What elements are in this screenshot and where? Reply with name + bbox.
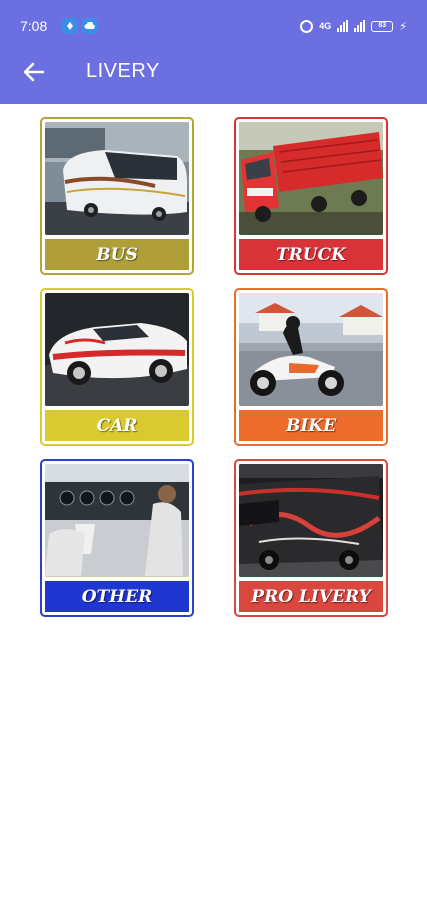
category-label-car: CAR bbox=[45, 410, 189, 441]
category-card-bike[interactable]: BIKE bbox=[234, 288, 388, 446]
signal-icon-secondary bbox=[354, 20, 366, 32]
arrow-left-icon bbox=[23, 62, 45, 82]
category-label-bike: BIKE bbox=[239, 410, 383, 441]
notification-app-icon bbox=[62, 18, 78, 34]
status-icons: 4G 83 ⚡ bbox=[300, 16, 407, 36]
alarm-icon bbox=[300, 19, 314, 33]
status-time: 7:08 bbox=[20, 18, 48, 34]
category-card-pro-livery[interactable]: PRO LIVERY bbox=[234, 459, 388, 617]
category-card-bus[interactable]: BUS bbox=[40, 117, 194, 275]
truck-image bbox=[239, 122, 383, 235]
app-bar: 7:08 4G 83 ⚡ LIVERY bbox=[0, 0, 427, 104]
category-label-other: OTHER bbox=[45, 581, 189, 612]
back-button[interactable] bbox=[18, 58, 50, 86]
category-card-car[interactable]: CAR bbox=[40, 288, 194, 446]
category-card-other[interactable]: OTHER bbox=[40, 459, 194, 617]
bike-image bbox=[239, 293, 383, 406]
pro-livery-image bbox=[239, 464, 383, 577]
status-bar: 7:08 4G 83 ⚡ bbox=[0, 0, 427, 52]
category-label-bus: BUS bbox=[45, 239, 189, 270]
bus-image bbox=[45, 122, 189, 235]
cockpit-image bbox=[45, 464, 189, 577]
cloud-notification-icon bbox=[82, 18, 98, 34]
network-type-label: 4G bbox=[319, 20, 332, 31]
car-image bbox=[45, 293, 189, 406]
page-title: LIVERY bbox=[86, 60, 160, 82]
category-card-truck[interactable]: TRUCK bbox=[234, 117, 388, 275]
signal-icon bbox=[337, 20, 349, 32]
category-label-truck: TRUCK bbox=[239, 239, 383, 270]
charging-icon: ⚡ bbox=[399, 20, 407, 33]
category-label-pro-livery: PRO LIVERY bbox=[239, 581, 383, 612]
battery-icon: 83 bbox=[371, 20, 394, 32]
